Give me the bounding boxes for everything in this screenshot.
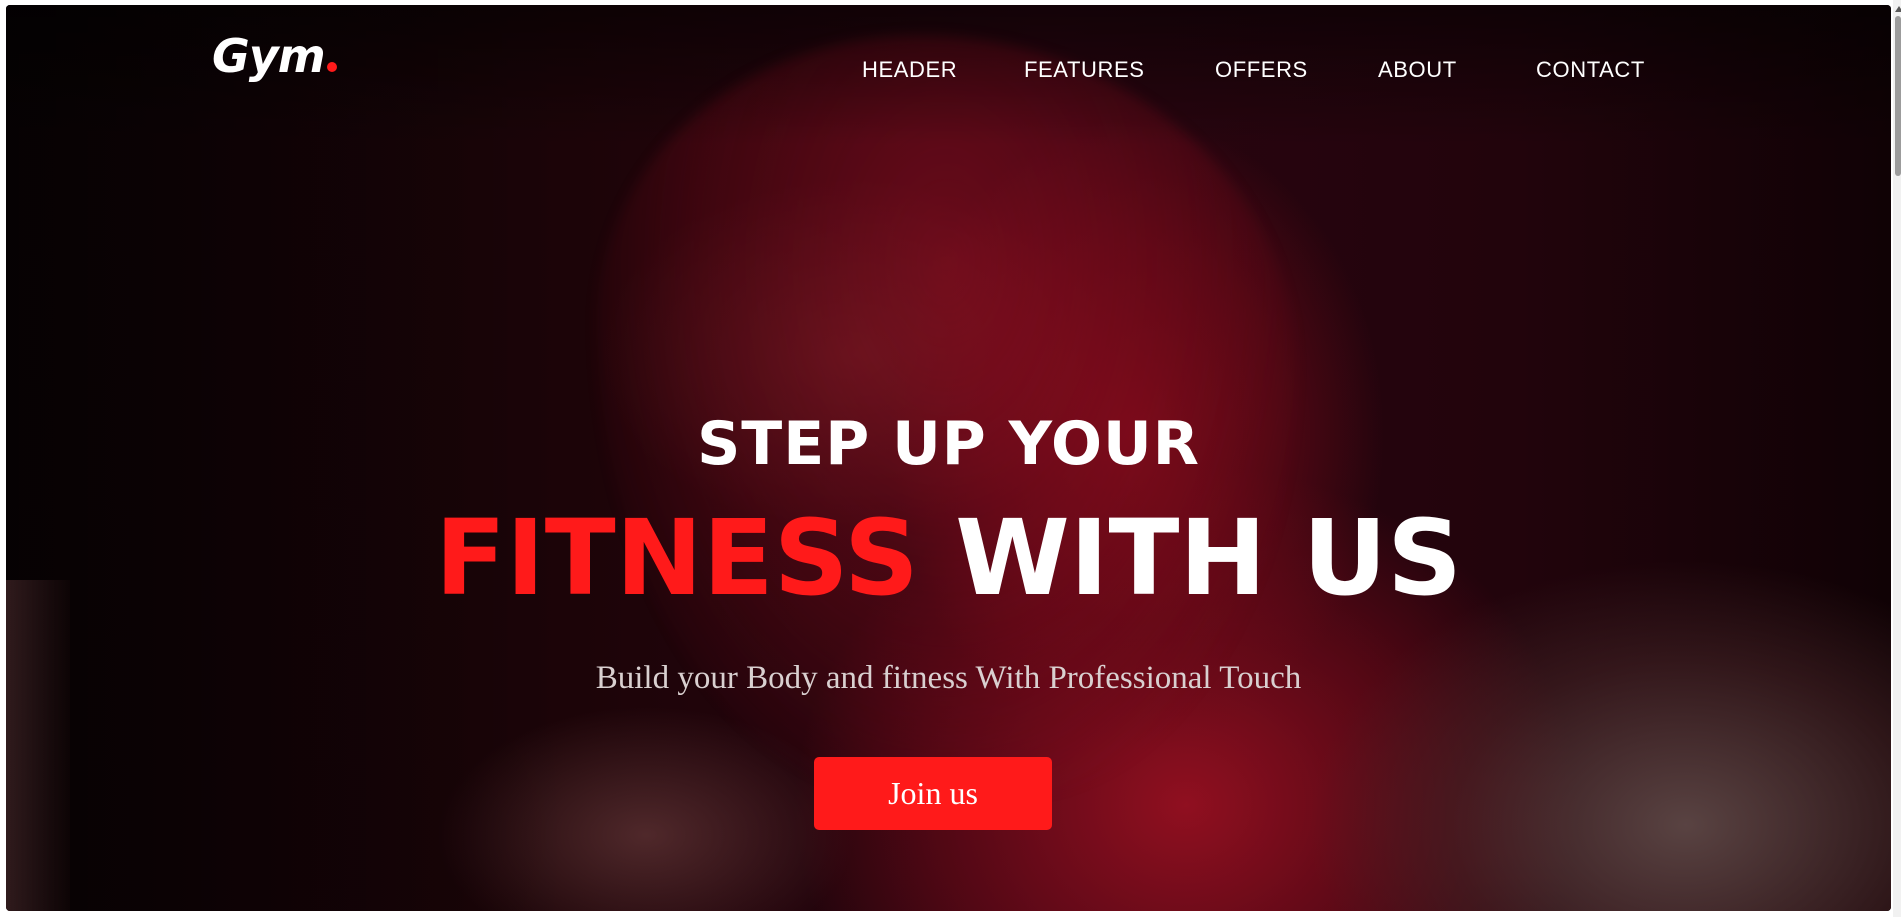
scrollbar-thumb[interactable] xyxy=(1895,16,1901,176)
hero-gym-post xyxy=(6,580,70,911)
hero-subtitle: Build your Body and fitness With Profess… xyxy=(595,660,1302,696)
join-us-button[interactable]: Join us xyxy=(814,757,1052,830)
nav-item-header[interactable]: HEADER xyxy=(862,55,957,85)
nav-item-features[interactable]: FEATURES xyxy=(1024,55,1145,85)
hero-headline-main: FITNESS WITH US xyxy=(6,502,1891,614)
hero-headline-top: STEP UP YOUR xyxy=(697,409,1200,479)
nav-item-offers[interactable]: OFFERS xyxy=(1215,55,1308,85)
nav-item-contact[interactable]: CONTACT xyxy=(1536,55,1645,85)
main-nav: HEADER FEATURES OFFERS ABOUT CONTACT xyxy=(6,55,1891,85)
page-frame: Gym HEADER FEATURES OFFERS ABOUT CONTACT… xyxy=(6,5,1891,911)
scroll-up-arrow-icon[interactable] xyxy=(1895,6,1901,12)
hero-headline-accent: FITNESS xyxy=(434,497,919,619)
hero-headline-rest: WITH US xyxy=(918,497,1463,619)
nav-item-about[interactable]: ABOUT xyxy=(1378,55,1457,85)
